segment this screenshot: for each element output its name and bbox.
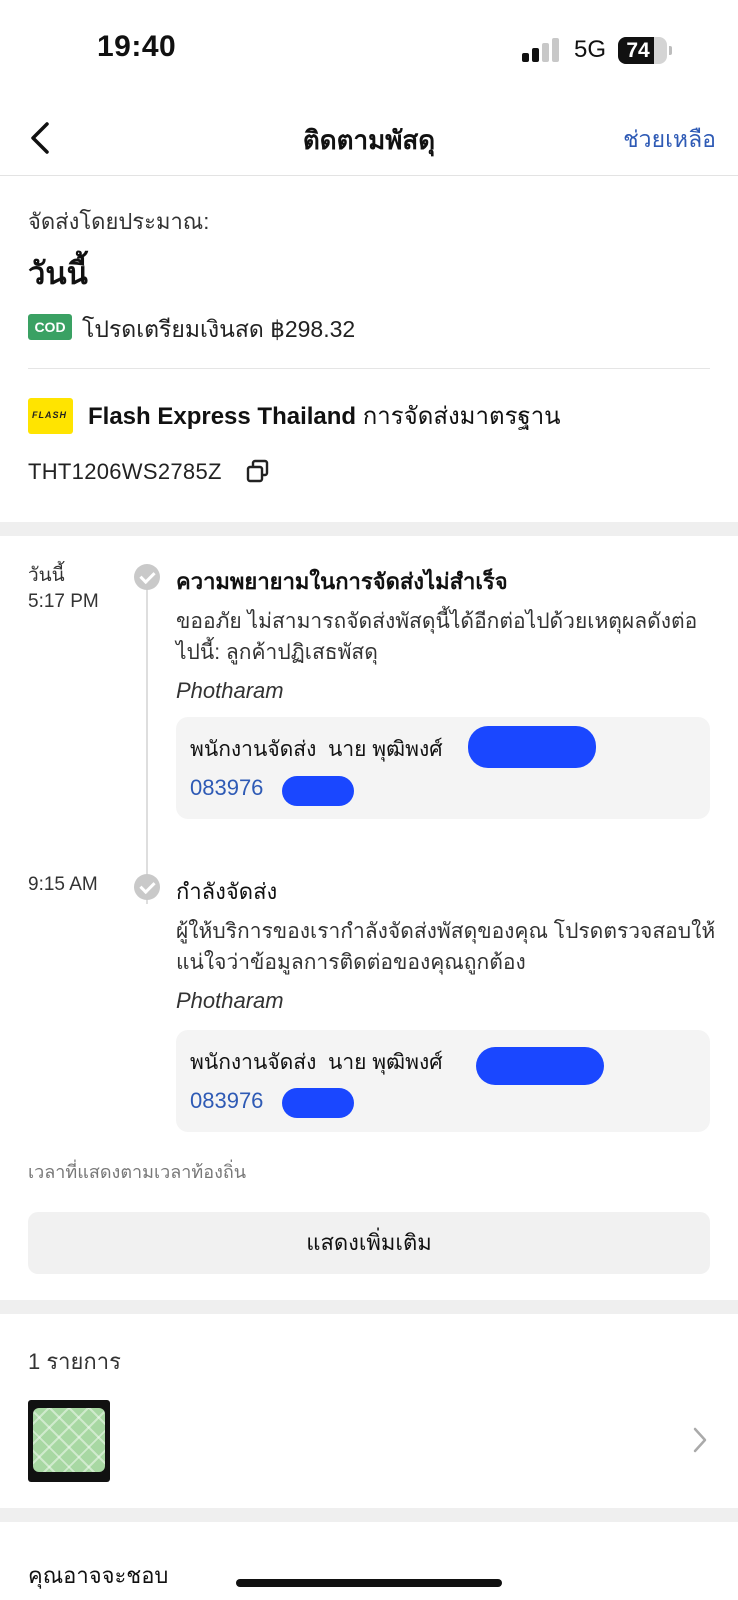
- time-note: เวลาที่แสดงตามเวลาท้องถิ่น: [28, 1162, 247, 1182]
- courier-phone[interactable]: 083976: [190, 775, 263, 801]
- section-separator: [0, 1508, 738, 1522]
- carrier-name-text: Flash Express Thailand: [88, 403, 357, 430]
- courier-phone[interactable]: 083976: [190, 1088, 263, 1114]
- status-bar: 19:40 5G 74: [0, 0, 738, 100]
- battery-icon: 74: [618, 37, 672, 64]
- check-icon: [134, 874, 160, 900]
- redaction-mark: [476, 1047, 604, 1085]
- redaction-mark: [282, 776, 354, 806]
- chevron-right-icon[interactable]: [692, 1426, 708, 1454]
- event-time: 9:15 AM: [28, 874, 98, 895]
- courier-name: พนักงานจัดส่ง นาย พุฒิพงศ์: [190, 1046, 443, 1079]
- nav-bar: ติดตามพัสดุ ช่วยเหลือ: [0, 100, 738, 176]
- courier-name: พนักงานจัดส่ง นาย พุฒิพงศ์: [190, 733, 443, 766]
- signal-icon: [522, 38, 562, 62]
- event-day: วันนี้: [28, 565, 65, 586]
- show-more-button[interactable]: แสดงเพิ่มเติม: [28, 1212, 710, 1274]
- estimate-value: วันนี้: [28, 256, 88, 291]
- event-time: 5:17 PM: [28, 591, 99, 612]
- cod-badge: COD: [28, 314, 72, 340]
- carrier-name: Flash Express Thailand การจัดส่งมาตรฐาน: [88, 396, 561, 435]
- event-description: ผู้ให้บริการของเรากำลังจัดส่งพัสดุของคุณ…: [176, 920, 716, 974]
- event-location: Photharam: [176, 988, 284, 1013]
- courier-person: นาย พุฒิพงศ์: [328, 738, 443, 761]
- event-title: ความพยายามในการจัดส่งไม่สำเร็จ: [176, 569, 508, 594]
- courier-label: พนักงานจัดส่ง: [190, 738, 317, 761]
- section-separator: [0, 1300, 738, 1314]
- copy-icon[interactable]: [245, 458, 271, 484]
- event-description: ขออภัย ไม่สามารถจัดส่งพัสดุนี้ได้อีกต่อไ…: [176, 610, 698, 664]
- product-image: [33, 1408, 105, 1472]
- courier-card: พนักงานจัดส่ง นาย พุฒิพงศ์ 083976: [176, 717, 710, 819]
- event-date: 9:15 AM: [28, 872, 98, 898]
- event-location: Photharam: [176, 678, 284, 703]
- cod-text: โปรดเตรียมเงินสด ฿298.32: [82, 316, 356, 342]
- courier-label: พนักงานจัดส่ง: [190, 1051, 317, 1074]
- estimate-label: จัดส่งโดยประมาณ:: [28, 209, 210, 234]
- divider: [28, 368, 710, 369]
- event-date: วันนี้ 5:17 PM: [28, 563, 99, 615]
- help-link[interactable]: ช่วยเหลือ: [623, 122, 716, 158]
- redaction-mark: [468, 726, 596, 768]
- carrier-service: การจัดส่งมาตรฐาน: [362, 403, 561, 430]
- product-thumbnail[interactable]: [28, 1400, 110, 1482]
- recommend-title: คุณอาจจะชอบ: [28, 1563, 169, 1588]
- courier-person: นาย พุฒิพงศ์: [328, 1051, 443, 1074]
- status-time: 19:40: [97, 30, 177, 63]
- timeline-line: [146, 576, 148, 904]
- carrier-logo-text: FLASH: [32, 410, 67, 420]
- tracking-number: THT1206WS2785Z: [28, 459, 222, 484]
- items-count: 1 รายการ: [28, 1349, 121, 1374]
- home-indicator: [236, 1579, 502, 1587]
- courier-card: พนักงานจัดส่ง นาย พุฒิพงศ์ 083976: [176, 1030, 710, 1132]
- battery-level: 74: [626, 39, 650, 62]
- redaction-mark: [282, 1088, 354, 1118]
- section-separator: [0, 522, 738, 536]
- network-label: 5G: [574, 36, 607, 63]
- check-icon: [134, 564, 160, 590]
- event-title: กำลังจัดส่ง: [176, 879, 278, 904]
- carrier-logo: FLASH: [28, 398, 73, 434]
